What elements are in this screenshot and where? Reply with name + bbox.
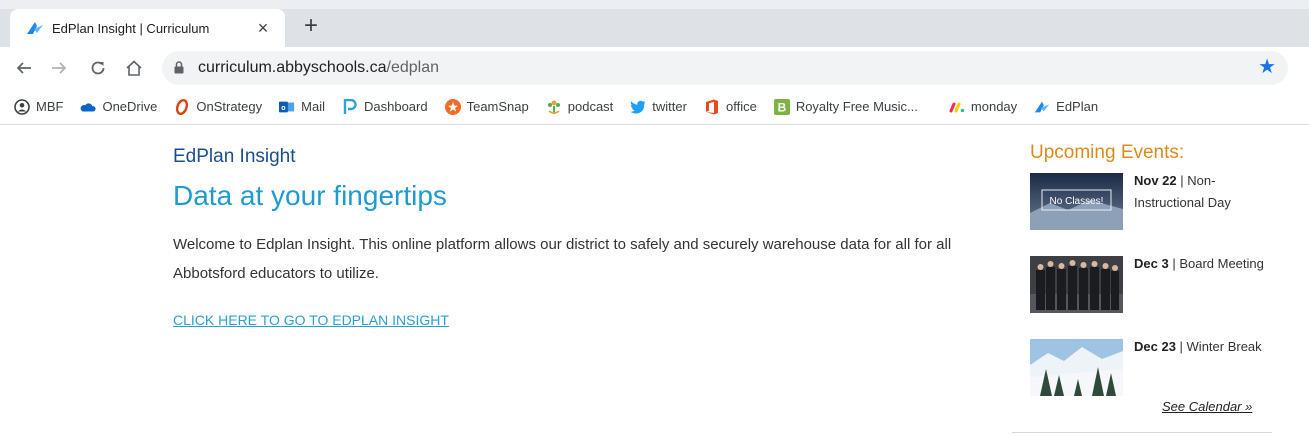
- onstrategy-icon: [174, 98, 190, 115]
- bookmark-label: MBF: [36, 99, 64, 114]
- url-text: curriculum.abbyschools.ca/edplan: [198, 59, 439, 77]
- thumb-caption: No Classes!: [1050, 196, 1104, 207]
- site-brand: EdPlan Insight: [173, 146, 296, 167]
- event-text: Dec 3 | Board Meeting: [1134, 253, 1284, 275]
- bookmark-label: Mail: [301, 99, 325, 114]
- event-thumbnail: [1030, 256, 1123, 313]
- url-path: /edplan: [386, 59, 440, 76]
- event-item[interactable]: Dec 3 | Board Meeting: [1030, 256, 1290, 330]
- home-icon[interactable]: [122, 56, 146, 80]
- bookmarks-bar: MBF OneDrive OnStrategy o Mail Dashboard…: [0, 89, 1309, 125]
- bookmark-mail[interactable]: o Mail: [279, 99, 325, 115]
- event-item[interactable]: No Classes! Nov 22 | Non-Instructional D…: [1030, 173, 1290, 247]
- event-thumbnail: [1030, 339, 1123, 396]
- bookmark-label: OneDrive: [102, 99, 158, 114]
- bookmark-royalty-free-music[interactable]: B Royalty Free Music...: [773, 98, 918, 115]
- event-text: Nov 22 | Non-Instructional Day: [1134, 170, 1284, 214]
- address-bar[interactable]: curriculum.abbyschools.ca/edplan ★: [162, 51, 1288, 85]
- upcoming-events: Upcoming Events: No Classes! Nov 22 | No…: [1030, 142, 1290, 413]
- bookmark-label: OnStrategy: [196, 99, 263, 114]
- tab-strip: EdPlan Insight | Curriculum × +: [0, 0, 1309, 47]
- podcast-icon: [546, 99, 562, 115]
- bookmark-office[interactable]: office: [704, 99, 757, 115]
- bookmark-onedrive[interactable]: OneDrive: [80, 99, 157, 115]
- event-thumbnail: No Classes!: [1030, 173, 1123, 230]
- svg-text:B: B: [777, 100, 786, 114]
- bookmark-dashboard[interactable]: Dashboard: [342, 98, 428, 115]
- event-date: Dec 23: [1134, 339, 1176, 354]
- close-tab-icon[interactable]: ×: [253, 19, 273, 37]
- event-name: Winter Break: [1186, 339, 1262, 354]
- bookmark-star-icon[interactable]: ★: [1258, 56, 1276, 78]
- svg-text:o: o: [281, 104, 286, 112]
- bookmark-edplan[interactable]: EdPlan: [1034, 99, 1098, 115]
- bookmark-label: office: [725, 99, 757, 114]
- event-separator: |: [1175, 339, 1187, 354]
- event-date: Nov 22: [1134, 173, 1177, 188]
- forward-icon[interactable]: [47, 56, 71, 80]
- edplan-icon: [26, 19, 44, 37]
- bensound-icon: B: [773, 98, 790, 115]
- event-separator: |: [1176, 173, 1188, 188]
- event-name: Board Meeting: [1179, 256, 1264, 271]
- edplan-icon: [1034, 99, 1050, 115]
- bookmark-podcast[interactable]: podcast: [546, 99, 614, 115]
- bookmark-label: podcast: [567, 99, 614, 114]
- see-calendar-link[interactable]: See Calendar »: [1162, 399, 1252, 414]
- bookmark-label: TeamSnap: [466, 99, 529, 114]
- edplan-insight-link[interactable]: CLICK HERE TO GO TO EDPLAN INSIGHT: [173, 312, 449, 328]
- onedrive-icon: [80, 99, 97, 115]
- office-icon: [704, 99, 720, 115]
- teamsnap-icon: [444, 98, 461, 115]
- tab-title: EdPlan Insight | Curriculum: [52, 20, 210, 36]
- event-separator: |: [1168, 256, 1180, 271]
- events-title: Upcoming Events:: [1030, 142, 1185, 163]
- bookmark-label: EdPlan: [1056, 99, 1099, 114]
- bookmark-label: Royalty Free Music...: [795, 99, 918, 114]
- twitter-icon: [630, 99, 646, 115]
- lock-icon: [174, 61, 184, 79]
- bookmark-onstrategy[interactable]: OnStrategy: [174, 98, 263, 115]
- account-icon: [14, 98, 30, 115]
- back-icon[interactable]: [12, 56, 36, 80]
- divider: [1012, 432, 1272, 433]
- url-host: curriculum.abbyschools.ca: [198, 59, 387, 76]
- event-text: Dec 23 | Winter Break: [1134, 336, 1284, 358]
- event-date: Dec 3: [1134, 256, 1169, 271]
- bookmark-label: Dashboard: [363, 99, 428, 114]
- new-tab-button[interactable]: +: [298, 13, 324, 39]
- outlook-icon: o: [279, 99, 295, 115]
- bookmark-twitter[interactable]: twitter: [630, 99, 687, 115]
- page-content: EdPlan Insight Data at your fingertips W…: [0, 126, 1309, 437]
- browser-toolbar: curriculum.abbyschools.ca/edplan ★: [0, 47, 1309, 89]
- bookmark-mbf[interactable]: MBF: [14, 98, 64, 115]
- browser-tab[interactable]: EdPlan Insight | Curriculum ×: [10, 9, 285, 47]
- intro-paragraph: Welcome to Edplan Insight. This online p…: [173, 236, 952, 282]
- bookmark-label: monday: [970, 99, 1018, 114]
- monday-icon: [949, 99, 965, 115]
- bookmark-label: twitter: [652, 99, 687, 114]
- bookmark-monday[interactable]: monday: [949, 99, 1017, 115]
- page-headline: Data at your fingertips: [173, 180, 447, 211]
- dashboard-icon: [342, 98, 358, 115]
- bookmark-teamsnap[interactable]: TeamSnap: [444, 98, 529, 115]
- reload-icon[interactable]: [86, 56, 110, 80]
